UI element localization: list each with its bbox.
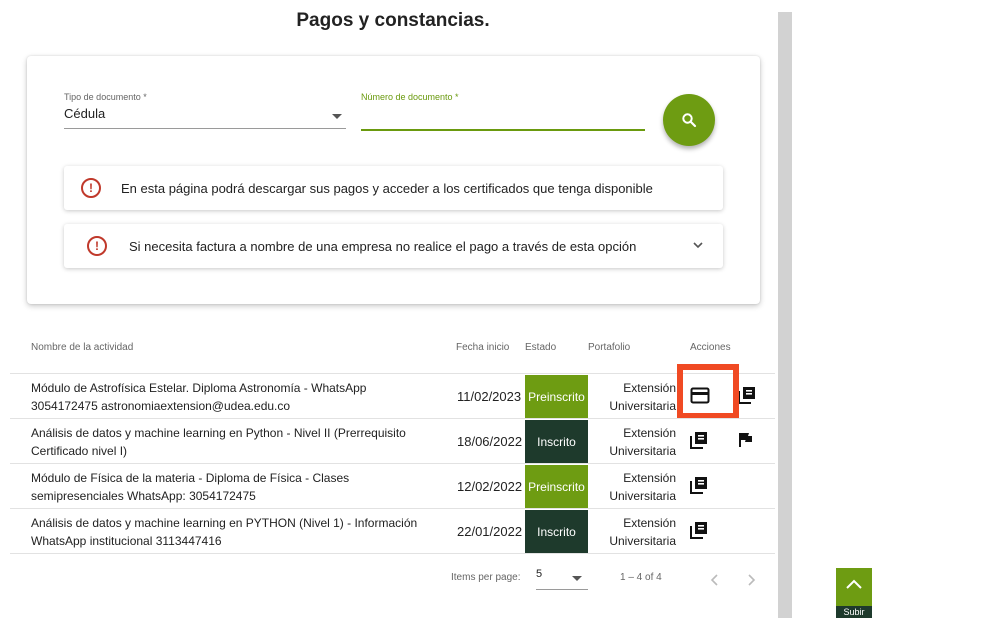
activity-name: Módulo de Física de la materia - Diploma… bbox=[31, 471, 350, 503]
status-badge: Inscrito bbox=[525, 510, 588, 554]
library-books-icon[interactable] bbox=[738, 386, 756, 404]
invoice-notice-expansion[interactable]: ! Si necesita factura a nombre de una em… bbox=[64, 224, 723, 268]
chevron-left-icon[interactable] bbox=[709, 573, 721, 587]
page-range: 1 – 4 of 4 bbox=[620, 572, 662, 583]
document-type-label: Tipo de documento * bbox=[64, 92, 147, 102]
start-date: 22/01/2022 bbox=[457, 524, 523, 539]
chevron-up-icon bbox=[846, 579, 862, 589]
document-type-value: Cédula bbox=[64, 106, 106, 121]
status-badge: Preinscrito bbox=[525, 375, 588, 419]
document-type-select[interactable]: Tipo de documento * Cédula bbox=[64, 92, 346, 132]
document-number-field[interactable]: Número de documento * bbox=[361, 92, 645, 132]
header-portfolio[interactable]: Portafolio bbox=[588, 342, 630, 353]
highlight-box bbox=[677, 364, 739, 419]
scroll-top-label: Subir bbox=[836, 606, 872, 618]
search-button[interactable] bbox=[663, 94, 715, 146]
start-date: 12/02/2022 bbox=[457, 479, 523, 494]
page-size-value: 5 bbox=[536, 568, 543, 580]
header-start-date[interactable]: Fecha inicio bbox=[456, 342, 509, 353]
flag-icon[interactable] bbox=[738, 432, 754, 448]
header-actions: Acciones bbox=[690, 342, 731, 353]
library-books-icon[interactable] bbox=[690, 431, 708, 449]
document-number-label: Número de documento * bbox=[361, 92, 459, 102]
activity-name: Módulo de Astrofísica Estelar. Diploma A… bbox=[31, 381, 367, 413]
portfolio: Extensión Universitaria bbox=[609, 381, 676, 413]
start-date: 18/06/2022 bbox=[457, 434, 523, 449]
header-status[interactable]: Estado bbox=[525, 342, 556, 353]
scrollbar[interactable] bbox=[778, 12, 792, 618]
error-outline-icon: ! bbox=[87, 236, 107, 256]
page-title: Pagos y constancias. bbox=[296, 10, 490, 31]
dropdown-arrow-icon bbox=[572, 576, 582, 581]
invoice-notice-text: Si necesita factura a nombre de una empr… bbox=[129, 238, 637, 254]
chevron-right-icon[interactable] bbox=[745, 573, 757, 587]
status-badge: Preinscrito bbox=[525, 465, 588, 509]
status-badge: Inscrito bbox=[525, 420, 588, 464]
header-activity[interactable]: Nombre de la actividad bbox=[31, 342, 133, 353]
start-date: 11/02/2023 bbox=[457, 389, 522, 404]
library-books-icon[interactable] bbox=[690, 521, 708, 539]
items-per-page-label: Items per page: bbox=[451, 572, 521, 583]
dropdown-arrow-icon bbox=[332, 114, 342, 119]
portfolio: Extensión Universitaria bbox=[609, 426, 676, 458]
info-notice: ! En esta página podrá descargar sus pag… bbox=[64, 166, 723, 210]
activity-name: Análisis de datos y machine learning en … bbox=[31, 426, 406, 458]
portfolio: Extensión Universitaria bbox=[609, 516, 676, 548]
portfolio: Extensión Universitaria bbox=[609, 471, 676, 503]
search-icon bbox=[682, 113, 697, 128]
chevron-down-icon[interactable] bbox=[691, 238, 705, 252]
library-books-icon[interactable] bbox=[690, 476, 708, 494]
search-card: Tipo de documento * Cédula Número de doc… bbox=[27, 56, 760, 304]
page-size-select[interactable]: 5 bbox=[536, 568, 588, 590]
error-outline-icon: ! bbox=[81, 178, 101, 198]
scroll-top-button[interactable]: Subir bbox=[836, 568, 872, 618]
info-notice-text: En esta página podrá descargar sus pagos… bbox=[121, 180, 653, 196]
activity-name: Análisis de datos y machine learning en … bbox=[31, 516, 418, 548]
